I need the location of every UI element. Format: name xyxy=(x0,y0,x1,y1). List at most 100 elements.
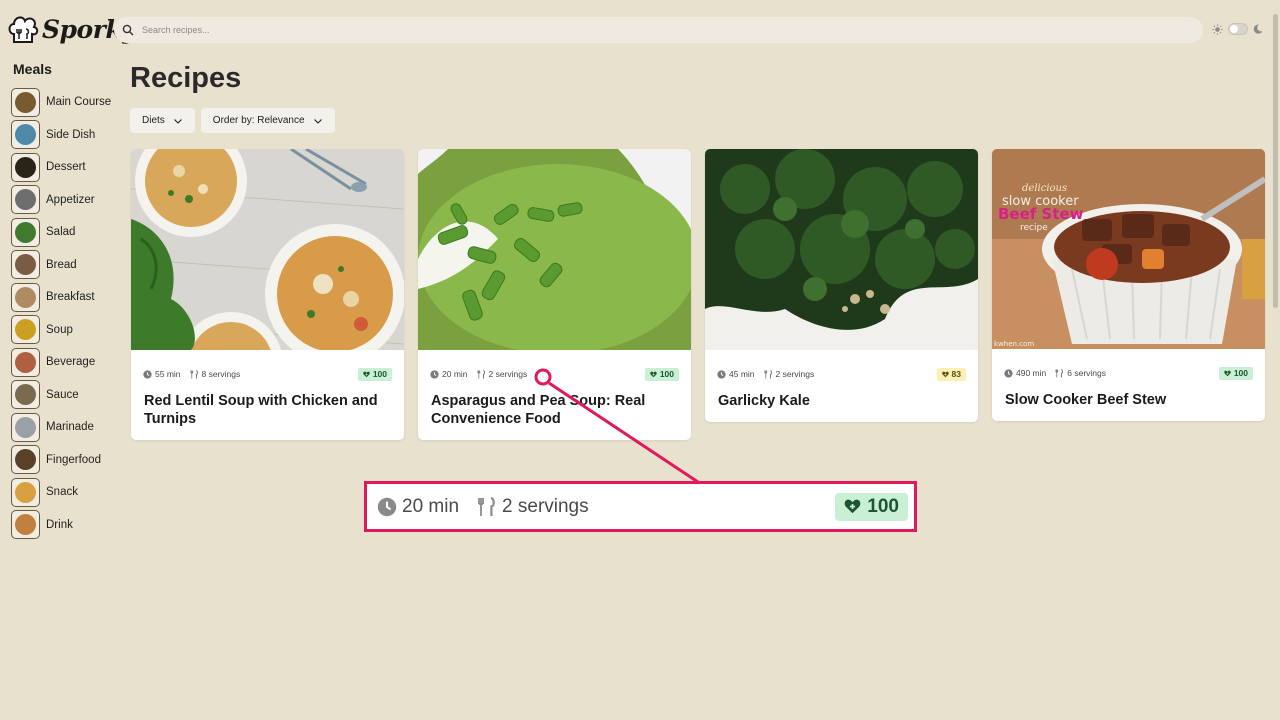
callout-time-text: 20 min xyxy=(402,495,460,517)
sidebar-item-main-course[interactable]: Main Course xyxy=(11,86,111,119)
stew-image-text-recipe: recipe xyxy=(1020,223,1048,233)
recipe-meta: 55 min 8 servings 100 xyxy=(131,350,404,398)
thumb-fill xyxy=(15,286,36,308)
health-score-value: 100 xyxy=(1233,368,1248,378)
sidebar-item-label: Soup xyxy=(46,323,73,336)
sidebar-item-bread[interactable]: Bread xyxy=(11,249,111,282)
chevron-down-icon xyxy=(173,118,182,124)
recipe-meta: 45 min 2 servings 83 xyxy=(705,350,978,398)
recipe-card[interactable]: 45 min 2 servings 83 Garlicky Kale xyxy=(705,149,978,422)
recipe-title[interactable]: Slow Cooker Beef Stew xyxy=(992,391,1265,421)
sidebar-item-fingerfood[interactable]: Fingerfood xyxy=(11,444,111,477)
thumb-fill xyxy=(15,351,36,373)
diets-dropdown[interactable]: Diets xyxy=(130,108,195,133)
servings-text: 6 servings xyxy=(1067,368,1106,378)
order-by-dropdown[interactable]: Order by: Relevance xyxy=(200,108,335,133)
servings-text: 2 servings xyxy=(775,369,815,379)
search-bar[interactable] xyxy=(114,17,1203,43)
thumb-fill xyxy=(15,416,36,438)
recipe-meta: 490 min 6 servings 100 xyxy=(992,349,1265,397)
health-score-value: 83 xyxy=(951,369,961,379)
health-score-badge: 100 xyxy=(644,367,679,381)
sidebar-item-drink[interactable]: Drink xyxy=(11,509,111,542)
prep-time: 45 min xyxy=(717,369,755,379)
heart-plus-icon xyxy=(363,371,370,377)
prep-time: 490 min xyxy=(1004,368,1046,378)
recipe-title[interactable]: Asparagus and Pea Soup: Real Convenience… xyxy=(418,392,691,440)
theme-toggle[interactable] xyxy=(1228,23,1248,35)
sidebar-item-label: Salad xyxy=(46,226,76,239)
health-score-value: 100 xyxy=(659,369,674,379)
servings: 8 servings xyxy=(190,369,240,379)
prep-time-text: 45 min xyxy=(729,369,755,379)
recipe-title[interactable]: Garlicky Kale xyxy=(705,392,978,422)
search-input[interactable] xyxy=(142,25,742,35)
sidebar-item-side-dish[interactable]: Side Dish xyxy=(11,119,111,152)
clock-icon xyxy=(1004,368,1013,378)
chevron-down-icon xyxy=(313,118,322,124)
sidebar-item-label: Beverage xyxy=(46,356,96,369)
meal-category-list: Main Course Side Dish Dessert Appetizer Sala… xyxy=(11,86,111,541)
recipe-title[interactable]: Red Lentil Soup with Chicken and Turnips xyxy=(131,392,404,440)
thumb-fill xyxy=(15,124,36,146)
thumb-fill xyxy=(15,514,36,536)
thumb-fill xyxy=(15,481,36,503)
heart-plus-icon xyxy=(844,499,861,514)
thumb-fill xyxy=(15,449,36,471)
sidebar-item-dessert[interactable]: Dessert xyxy=(11,151,111,184)
sun-icon xyxy=(1212,23,1223,35)
thumb-fill xyxy=(15,319,36,341)
callout-servings-text: 2 servings xyxy=(502,495,589,517)
servings-text: 2 servings xyxy=(488,369,528,379)
sidebar-item-label: Drink xyxy=(46,518,73,531)
callout-health-score: 100 xyxy=(835,492,908,521)
recipe-card[interactable]: 55 min 8 servings 100 Red Lentil Soup wi… xyxy=(131,149,404,440)
page-scrollbar[interactable] xyxy=(1273,14,1278,308)
recipe-image-asparagus-pea-soup xyxy=(418,149,691,350)
clock-icon xyxy=(143,369,152,379)
recipe-image-slow-cooker-beef-stew: delicious slow cooker Beef Stew recipe k… xyxy=(992,149,1265,349)
sidebar-item-label: Side Dish xyxy=(46,128,96,141)
moon-icon xyxy=(1253,24,1263,34)
health-score-badge: 83 xyxy=(936,367,966,381)
prep-time: 20 min xyxy=(430,369,468,379)
heart-plus-icon xyxy=(941,371,949,377)
diets-label: Diets xyxy=(142,115,165,126)
callout-score-value: 100 xyxy=(867,495,899,517)
sidebar-item-label: Snack xyxy=(46,486,78,499)
prep-time-text: 55 min xyxy=(155,369,181,379)
snack-thumb xyxy=(11,477,40,507)
heart-plus-icon xyxy=(1224,370,1231,376)
sidebar-item-soup[interactable]: Soup xyxy=(11,314,111,347)
sidebar-item-breakfast[interactable]: Breakfast xyxy=(11,281,111,314)
sidebar-item-salad[interactable]: Salad xyxy=(11,216,111,249)
utensils-icon xyxy=(1055,368,1064,378)
meals-heading: Meals xyxy=(13,61,52,77)
sidebar-item-appetizer[interactable]: Appetizer xyxy=(11,184,111,217)
health-score-badge: 100 xyxy=(357,367,392,381)
thumb-fill xyxy=(15,189,36,211)
recipe-image-red-lentil-soup xyxy=(131,149,404,350)
drink-thumb xyxy=(11,510,40,540)
stew-image-credit: kwhen.com xyxy=(994,340,1034,348)
sidebar-item-marinade[interactable]: Marinade xyxy=(11,411,111,444)
recipe-card[interactable]: 20 min 2 servings 100 Asparagus and Pea … xyxy=(418,149,691,440)
servings: 6 servings xyxy=(1055,368,1106,378)
sidebar-item-sauce[interactable]: Sauce xyxy=(11,379,111,412)
sidebar-item-snack[interactable]: Snack xyxy=(11,476,111,509)
order-by-label: Order by: Relevance xyxy=(212,115,305,126)
zoom-callout: 20 min 2 servings 100 xyxy=(364,481,917,532)
utensils-icon xyxy=(477,369,485,379)
stew-image-text-beef-stew: Beef Stew xyxy=(998,205,1084,223)
prep-time-text: 20 min xyxy=(442,369,468,379)
theme-switcher[interactable] xyxy=(1212,23,1263,35)
sidebar-item-label: Fingerfood xyxy=(46,453,101,466)
sidebar-item-beverage[interactable]: Beverage xyxy=(11,346,111,379)
fingerfood-thumb xyxy=(11,445,40,475)
marinade-thumb xyxy=(11,412,40,442)
recipe-card[interactable]: delicious slow cooker Beef Stew recipe k… xyxy=(992,149,1265,421)
thumb-fill xyxy=(15,384,36,406)
sidebar-item-label: Appetizer xyxy=(46,193,95,206)
chef-hat-icon xyxy=(8,16,39,43)
sidebar-item-label: Marinade xyxy=(46,421,94,434)
